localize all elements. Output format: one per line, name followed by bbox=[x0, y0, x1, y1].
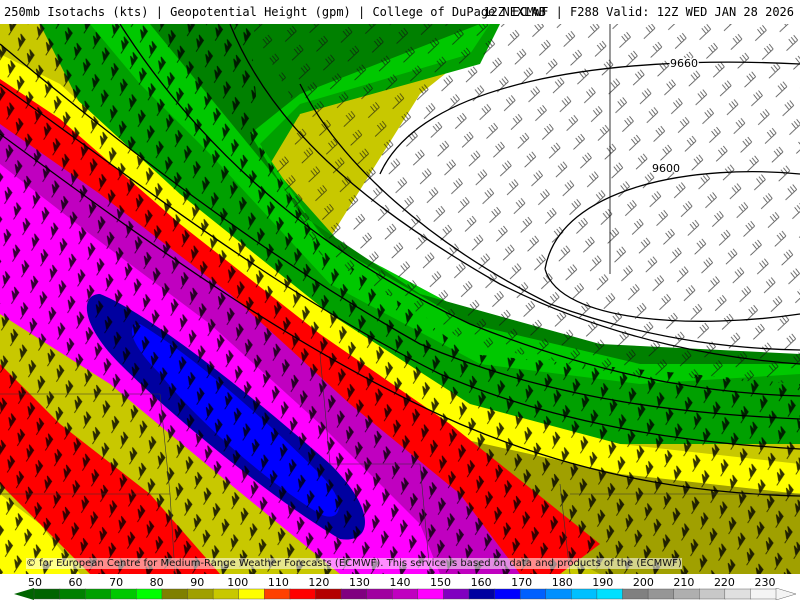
colorbar-swatch bbox=[622, 588, 649, 600]
height-label-9600: 9600 bbox=[652, 162, 680, 175]
colorbar-swatch bbox=[366, 588, 393, 600]
colorbar-swatch bbox=[289, 588, 317, 600]
colorbar-swatch bbox=[494, 588, 521, 600]
colorbar-swatch bbox=[187, 588, 214, 600]
colorbar-right-arrow bbox=[775, 588, 797, 600]
colorbar-swatch bbox=[161, 588, 189, 600]
weather-map-page: 250mb Isotachs (kts) | Geopotential Heig… bbox=[0, 0, 800, 600]
colorbar-swatch bbox=[110, 588, 138, 600]
colorbar-swatch bbox=[596, 588, 624, 600]
colorbar-swatch bbox=[673, 588, 700, 600]
colorbar-swatch bbox=[417, 588, 445, 600]
colorbar-swatch bbox=[443, 588, 470, 600]
colorbar-swatch bbox=[136, 588, 163, 600]
colorbar-swatch bbox=[238, 588, 265, 600]
product-title: 250mb Isotachs (kts) | Geopotential Heig… bbox=[4, 5, 546, 19]
colorbar-swatch bbox=[750, 588, 777, 600]
colorbar-swatch bbox=[212, 588, 240, 600]
colorbar-swatch bbox=[699, 588, 726, 600]
height-label-9660: 9660 bbox=[670, 57, 698, 70]
colorbar-left-arrow bbox=[14, 588, 34, 600]
colorbar-swatch bbox=[392, 588, 419, 600]
colorbar-swatch bbox=[519, 588, 547, 600]
colorbar-labels: 50 60 70 80 90 100 110 120 130 140 150 160 170 180 190… bbox=[0, 574, 800, 589]
colorbar-swatch bbox=[59, 588, 86, 600]
colorbar-swatch bbox=[571, 588, 598, 600]
colorbar-swatch bbox=[33, 588, 61, 600]
colorbar-swatch bbox=[264, 588, 291, 600]
colorbar-swatch bbox=[724, 588, 752, 600]
colorbar-swatch bbox=[545, 588, 573, 600]
colorbar-swatch bbox=[647, 588, 675, 600]
colorbar-swatch bbox=[315, 588, 342, 600]
colorbar-swatch bbox=[468, 588, 496, 600]
isotach-colorbar bbox=[14, 588, 797, 600]
copyright-notice: © for European Centre for Medium-Range W… bbox=[26, 558, 682, 569]
colorbar-swatch bbox=[84, 588, 112, 600]
map-header: 250mb Isotachs (kts) | Geopotential Heig… bbox=[0, 0, 800, 24]
valid-time: 12Z ECMWF | F288 Valid: 12Z WED JAN 28 2… bbox=[483, 5, 794, 19]
colorbar-swatch bbox=[340, 588, 368, 600]
isotach-map: 9660 9600 bbox=[0, 24, 800, 574]
